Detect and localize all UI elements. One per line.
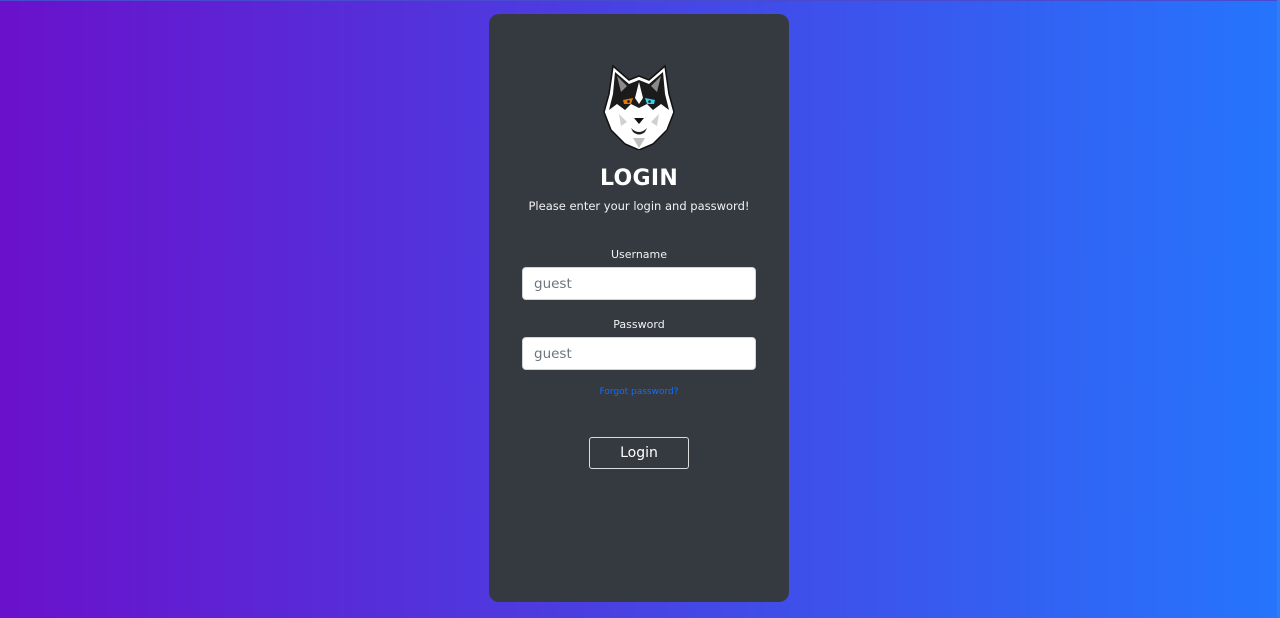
password-label: Password [613,318,665,331]
husky-logo-icon [603,64,675,150]
top-edge [0,0,1280,1]
forgot-password-link[interactable]: Forgot password? [489,387,789,397]
login-instructions: Please enter your login and password! [528,199,750,213]
password-input[interactable] [522,337,756,370]
page-title: LOGIN [599,166,679,191]
login-card: LOGIN Please enter your login and passwo… [489,14,789,602]
username-input[interactable] [522,267,756,300]
username-label: Username [610,248,668,261]
login-button[interactable]: Login [589,437,689,469]
